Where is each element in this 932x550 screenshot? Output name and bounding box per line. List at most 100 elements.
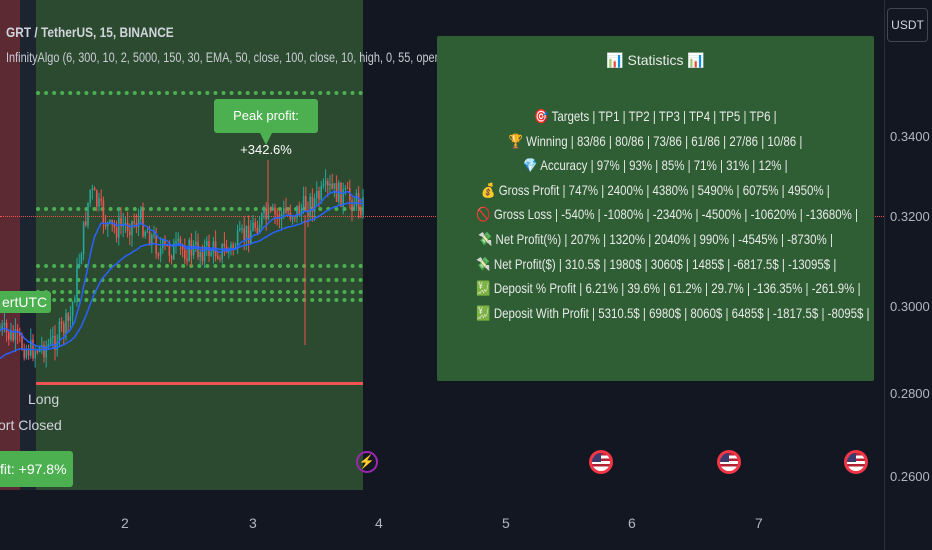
candle-body [80, 253, 83, 265]
candle-body [175, 241, 177, 244]
statistics-row: 💸 Net Profit(%) | 207% | 1320% | 2040% |… [478, 230, 833, 247]
candle-body [186, 259, 188, 261]
candle-body [49, 337, 52, 345]
time-label: 7 [755, 515, 763, 531]
candle-body [118, 217, 120, 238]
symbol-title[interactable]: GRT / TetherUS, 15, BINANCE [6, 24, 174, 40]
candle-body [23, 348, 25, 358]
candle-body [63, 323, 65, 334]
candle-body [333, 183, 336, 189]
time-label: 5 [502, 515, 510, 531]
candle-body [217, 256, 219, 259]
candle-body [212, 241, 215, 253]
candle-body [100, 198, 102, 201]
candle-body [181, 246, 184, 250]
candle-body [346, 187, 349, 189]
candle-body [309, 196, 311, 216]
candle-body [74, 298, 76, 303]
time-axis[interactable] [0, 505, 884, 550]
candle-body [137, 219, 140, 228]
candle-body [71, 302, 74, 317]
candle-body [115, 227, 118, 238]
candle-body [263, 208, 265, 214]
price-label: 0.3000 [890, 299, 930, 314]
candle-body [52, 335, 54, 338]
candle-body [87, 202, 89, 226]
candle-body [69, 316, 72, 321]
candle-body [8, 332, 10, 340]
candle-body [357, 193, 360, 210]
candle-body [318, 190, 320, 200]
statistics-row: 💎 Accuracy | 97% | 93% | 85% | 71% | 31%… [523, 157, 788, 174]
candle-body [239, 228, 241, 231]
candle-body [305, 196, 307, 211]
candle-body [206, 240, 208, 247]
candle-body [195, 241, 197, 245]
candle-body [10, 330, 12, 340]
candle-body [265, 208, 267, 220]
candle-body [102, 200, 105, 223]
candle-body [316, 190, 318, 199]
candle-body [133, 221, 135, 224]
candle-body [91, 188, 94, 191]
candle-body [322, 184, 325, 187]
candle-body [89, 190, 91, 203]
candle-body [153, 234, 155, 236]
us-flag-event-icon[interactable] [589, 450, 613, 474]
candle-body [144, 232, 146, 237]
candle-body [276, 214, 278, 216]
candle-body [148, 231, 151, 246]
candle-body [243, 228, 245, 240]
time-label: 6 [628, 515, 636, 531]
candle-body [201, 252, 204, 262]
ema-slow-line [0, 202, 364, 360]
chart-pane[interactable]: GRT / TetherUS, 15, BINANCE InfinityAlgo… [0, 0, 884, 505]
candle-body [199, 252, 201, 257]
profit-label: fit: +97.8% [0, 451, 73, 487]
candle-body [3, 322, 6, 326]
candle-body [256, 227, 259, 234]
price-label: 0.2800 [890, 386, 930, 401]
us-flag-event-icon[interactable] [844, 450, 868, 474]
candle-body [272, 207, 274, 209]
candle-body [351, 200, 353, 211]
candle-body [223, 243, 226, 247]
candle-body [320, 186, 322, 200]
time-label: 3 [249, 515, 257, 531]
candle-body [36, 351, 39, 353]
short-closed-label: ort Closed [0, 417, 62, 433]
candle-body [269, 208, 272, 210]
candle-body [287, 212, 289, 214]
alert-label: ertUTC [0, 291, 52, 313]
candle-body [252, 222, 254, 231]
price-axis[interactable] [884, 0, 932, 550]
statistics-title: 📊 Statistics 📊 [606, 52, 705, 68]
candle-body [82, 221, 85, 254]
currency-button[interactable]: USDT [887, 8, 928, 42]
statistics-row: 💸 Net Profit($) | 310.5$ | 1980$ | 3060$… [476, 255, 837, 272]
candle-body [245, 225, 248, 240]
candle-body [65, 313, 67, 334]
candle-body [109, 219, 111, 223]
candle-body [254, 222, 256, 228]
candle-body [47, 344, 50, 346]
us-flag-event-icon[interactable] [717, 450, 741, 474]
candle-body [232, 244, 234, 249]
statistics-row: 💹 Deposit With Profit | 5310.5$ | 6980$ … [476, 304, 870, 321]
candle-body [340, 182, 342, 207]
statistics-row: 🏆 Winning | 83/86 | 80/86 | 73/86 | 61/8… [508, 132, 803, 149]
candle-body [184, 249, 186, 260]
candle-body [98, 198, 100, 207]
candle-body [188, 240, 190, 261]
candle-body [129, 231, 131, 236]
lightning-event-icon[interactable]: ⚡ [356, 451, 378, 473]
candle-body [331, 183, 333, 189]
price-label: 0.3200 [890, 209, 930, 224]
candle-body [353, 204, 355, 211]
time-label: 4 [375, 515, 383, 531]
candle-body [210, 252, 212, 256]
candle-body [67, 313, 69, 321]
candle-body [283, 208, 285, 214]
candle-body [302, 196, 305, 209]
price-label: 0.2600 [890, 469, 930, 484]
